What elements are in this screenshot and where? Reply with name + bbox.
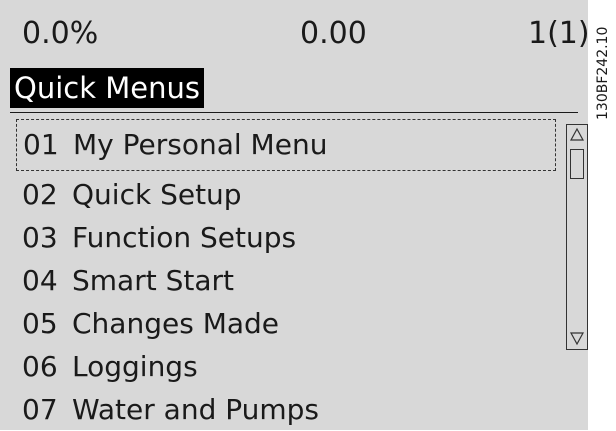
menu-item-loggings[interactable]: 06 Loggings (16, 345, 556, 388)
status-left-readout: 0.0% (22, 16, 99, 51)
menu-item-my-personal-menu[interactable]: 01 My Personal Menu (16, 119, 556, 171)
figure-reference-code: 130BF242.10 (592, 4, 614, 124)
menu-item-label: Loggings (72, 350, 198, 383)
menu-item-changes-made[interactable]: 05 Changes Made (16, 302, 556, 345)
menu-item-number: 03 (22, 221, 58, 254)
scrollbar[interactable] (566, 124, 588, 350)
status-center-readout: 0.00 (300, 16, 367, 51)
menu-item-number: 07 (22, 393, 58, 426)
quick-menu-list: 01 My Personal Menu 02 Quick Setup 03 Funct… (16, 119, 556, 431)
menu-item-label: My Personal Menu (73, 128, 328, 161)
lcp-display: 0.0% 0.00 1(1) Quick Menus 01 My Personal… (0, 0, 590, 431)
menu-item-number: 01 (23, 128, 59, 161)
page-title: Quick Menus (10, 68, 204, 108)
menu-item-smart-start[interactable]: 04 Smart Start (16, 259, 556, 302)
triangle-up-icon[interactable] (569, 127, 585, 143)
scroll-thumb[interactable] (570, 149, 584, 179)
menu-item-label: Changes Made (72, 307, 280, 340)
title-bar: Quick Menus (10, 68, 578, 113)
menu-item-label: Function Setups (72, 221, 297, 254)
menu-item-number: 05 (22, 307, 58, 340)
menu-item-number: 02 (22, 178, 58, 211)
figure-code-label: 130BF242.10 (595, 26, 611, 120)
menu-item-number: 06 (22, 350, 58, 383)
menu-item-water-and-pumps[interactable]: 07 Water and Pumps (16, 388, 556, 431)
menu-item-label: Water and Pumps (72, 393, 320, 426)
menu-item-quick-setup[interactable]: 02 Quick Setup (16, 173, 556, 216)
menu-item-function-setups[interactable]: 03 Function Setups (16, 216, 556, 259)
triangle-down-icon[interactable] (569, 330, 585, 346)
menu-item-label: Quick Setup (72, 178, 242, 211)
menu-item-label: Smart Start (72, 264, 234, 297)
menu-item-number: 04 (22, 264, 58, 297)
status-right-readout: 1(1) (528, 16, 590, 51)
